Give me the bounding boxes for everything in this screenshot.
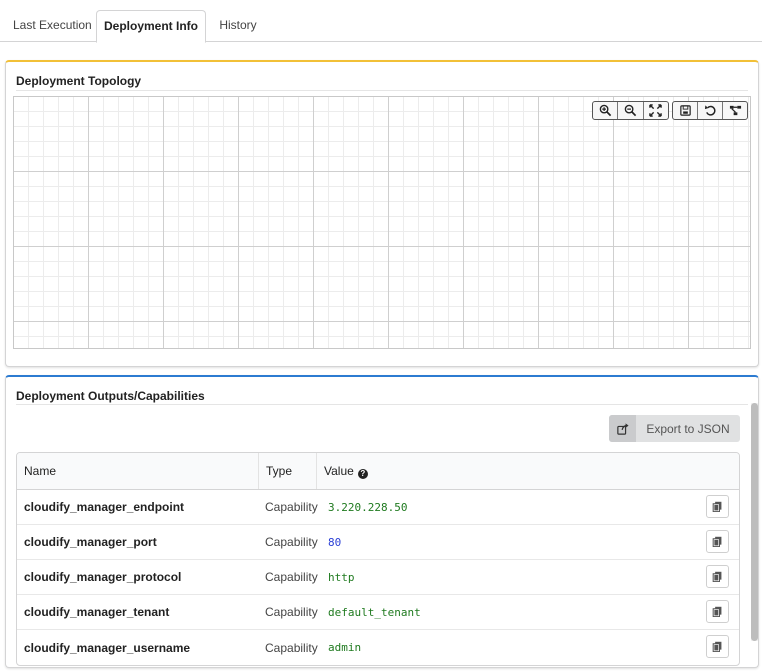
scrollbar[interactable] xyxy=(751,403,758,641)
scrollbar-thumb[interactable] xyxy=(751,403,758,641)
copy-button[interactable] xyxy=(706,635,729,658)
output-type: Capability xyxy=(265,535,318,549)
table-row: cloudify_manager_port Capability 80 xyxy=(17,525,739,560)
copy-icon xyxy=(712,571,722,582)
output-type: Capability xyxy=(265,500,318,514)
output-value: http xyxy=(328,570,355,584)
copy-icon xyxy=(712,641,722,652)
topology-divider xyxy=(16,90,748,91)
copy-button[interactable] xyxy=(706,495,729,518)
output-value: 3.220.228.50 xyxy=(328,500,408,514)
output-name: cloudify_manager_protocol xyxy=(24,570,182,584)
column-header-value-label: Value xyxy=(324,464,354,478)
tab-deployment-info[interactable]: Deployment Info xyxy=(96,10,206,43)
outputs-panel: Deployment Outputs/Capabilities Export t… xyxy=(5,375,759,668)
copy-icon xyxy=(712,501,722,512)
undo-icon[interactable] xyxy=(698,102,723,119)
table-header: Name Type Value? xyxy=(17,453,739,490)
column-header-name[interactable]: Name xyxy=(17,453,259,489)
topology-panel: Deployment Topology xyxy=(5,60,759,367)
output-name: cloudify_manager_tenant xyxy=(24,605,170,619)
share-icon xyxy=(609,415,636,442)
save-icon[interactable] xyxy=(673,102,698,119)
export-to-json-button[interactable]: Export to JSON xyxy=(609,415,740,442)
copy-button[interactable] xyxy=(706,600,729,623)
export-label: Export to JSON xyxy=(646,421,730,436)
output-type: Capability xyxy=(265,605,318,619)
tab-last-execution[interactable]: Last Execution xyxy=(0,10,96,42)
output-name: cloudify_manager_username xyxy=(24,640,191,655)
table-row: cloudify_manager_tenant Capability default… xyxy=(17,595,739,630)
zoom-toolbar xyxy=(592,101,669,120)
table-row: cloudify_manager_endpoint Capability 3.220… xyxy=(17,490,739,525)
output-type: Capability xyxy=(265,640,318,655)
zoom-in-icon[interactable] xyxy=(593,102,619,119)
tab-bar: Last Execution Deployment Info History xyxy=(0,0,762,43)
zoom-out-icon[interactable] xyxy=(618,102,644,119)
topology-canvas[interactable] xyxy=(13,96,751,349)
output-value: 80 xyxy=(328,535,342,549)
output-type: Capability xyxy=(265,570,318,584)
topology-toolbar xyxy=(672,101,748,120)
table-row: cloudify_manager_username Capability admin xyxy=(17,630,739,665)
output-value: admin xyxy=(328,641,362,654)
column-header-type[interactable]: Type xyxy=(259,453,317,489)
topology-title: Deployment Topology xyxy=(16,74,142,88)
copy-icon xyxy=(712,536,722,547)
fit-screen-icon[interactable] xyxy=(644,102,668,119)
layout-icon[interactable] xyxy=(723,102,747,119)
output-name: cloudify_manager_port xyxy=(24,535,157,549)
help-icon[interactable]: ? xyxy=(357,469,368,479)
outputs-divider xyxy=(16,404,748,405)
outputs-table: Name Type Value? cloudify_manager_endpoi… xyxy=(16,452,740,666)
outputs-title: Deployment Outputs/Capabilities xyxy=(16,389,205,403)
copy-button[interactable] xyxy=(706,530,729,553)
table-body: cloudify_manager_endpoint Capability 3.220… xyxy=(17,490,739,665)
copy-icon xyxy=(712,606,722,617)
output-value: default_tenant xyxy=(328,605,421,619)
table-row: cloudify_manager_protocol Capability http xyxy=(17,560,739,595)
column-header-value[interactable]: Value? xyxy=(317,453,739,489)
copy-button[interactable] xyxy=(706,565,729,588)
tab-history[interactable]: History xyxy=(206,10,270,42)
output-name: cloudify_manager_endpoint xyxy=(24,500,185,514)
